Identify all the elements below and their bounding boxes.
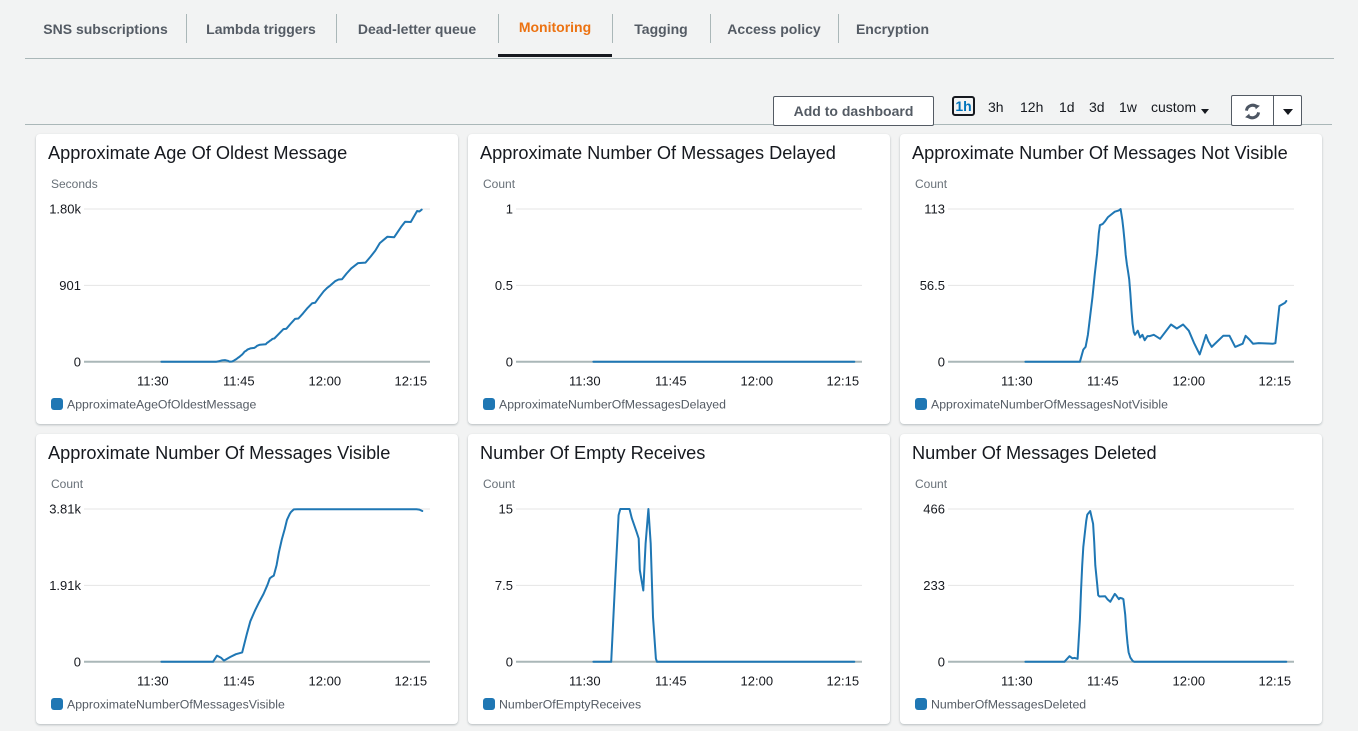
svg-text:ApproximateNumberOfMessagesVis: ApproximateNumberOfMessagesVisible	[67, 698, 285, 712]
svg-text:12:15: 12:15	[395, 674, 428, 689]
svg-text:12:15: 12:15	[1259, 374, 1292, 389]
svg-text:12:00: 12:00	[309, 374, 342, 389]
svg-text:1.91k: 1.91k	[49, 578, 81, 593]
svg-text:0.5: 0.5	[495, 278, 513, 293]
svg-text:0: 0	[74, 354, 81, 369]
svg-text:901: 901	[59, 278, 81, 293]
svg-text:56.5: 56.5	[920, 278, 945, 293]
svg-text:3.81k: 3.81k	[49, 502, 81, 517]
svg-text:11:45: 11:45	[655, 374, 687, 389]
svg-text:0: 0	[506, 354, 513, 369]
svg-text:11:45: 11:45	[655, 674, 687, 689]
svg-text:12:00: 12:00	[741, 674, 774, 689]
svg-text:Approximate Age Of Oldest Mess: Approximate Age Of Oldest Message	[48, 143, 347, 163]
svg-text:12:15: 12:15	[395, 374, 428, 389]
svg-text:12:15: 12:15	[827, 374, 860, 389]
svg-text:15: 15	[499, 502, 513, 517]
svg-text:12:00: 12:00	[741, 374, 774, 389]
svg-text:Approximate Number Of Messages: Approximate Number Of Messages Not Visib…	[912, 143, 1288, 163]
svg-text:ApproximateNumberOfMessagesNot: ApproximateNumberOfMessagesNotVisible	[931, 398, 1168, 412]
svg-text:11:30: 11:30	[137, 374, 169, 389]
svg-text:Approximate Number Of Messages: Approximate Number Of Messages Delayed	[480, 143, 836, 163]
svg-text:233: 233	[923, 578, 945, 593]
svg-text:Approximate Number Of Messages: Approximate Number Of Messages Visible	[48, 443, 390, 463]
svg-text:Count: Count	[483, 177, 516, 191]
svg-text:11:30: 11:30	[569, 374, 601, 389]
svg-text:ApproximateAgeOfOldestMessage: ApproximateAgeOfOldestMessage	[67, 398, 256, 412]
svg-text:11:30: 11:30	[569, 674, 601, 689]
svg-text:NumberOfMessagesDeleted: NumberOfMessagesDeleted	[931, 698, 1086, 712]
svg-text:0: 0	[938, 354, 945, 369]
svg-text:Seconds: Seconds	[51, 177, 98, 191]
svg-text:Count: Count	[915, 177, 948, 191]
svg-text:Count: Count	[915, 477, 948, 491]
svg-text:12:00: 12:00	[1173, 374, 1206, 389]
svg-text:11:30: 11:30	[1001, 374, 1033, 389]
svg-text:12:15: 12:15	[827, 674, 860, 689]
svg-text:11:45: 11:45	[223, 674, 255, 689]
svg-text:Count: Count	[483, 477, 516, 491]
svg-text:Count: Count	[51, 477, 84, 491]
svg-text:11:45: 11:45	[223, 374, 255, 389]
svg-text:0: 0	[938, 654, 945, 669]
svg-text:7.5: 7.5	[495, 578, 513, 593]
svg-text:0: 0	[74, 654, 81, 669]
svg-text:11:45: 11:45	[1087, 374, 1119, 389]
svg-text:11:30: 11:30	[137, 674, 169, 689]
svg-text:1: 1	[506, 202, 513, 217]
svg-text:0: 0	[506, 654, 513, 669]
svg-text:NumberOfEmptyReceives: NumberOfEmptyReceives	[499, 698, 641, 712]
svg-text:ApproximateNumberOfMessagesDel: ApproximateNumberOfMessagesDelayed	[499, 398, 726, 412]
svg-text:Number Of Empty Receives: Number Of Empty Receives	[480, 443, 705, 463]
svg-text:1.80k: 1.80k	[49, 202, 81, 217]
svg-text:Number Of Messages Deleted: Number Of Messages Deleted	[912, 443, 1157, 463]
svg-text:113: 113	[924, 202, 945, 217]
svg-text:12:00: 12:00	[1173, 674, 1206, 689]
svg-text:11:45: 11:45	[1087, 674, 1119, 689]
svg-text:11:30: 11:30	[1001, 674, 1033, 689]
svg-text:12:00: 12:00	[309, 674, 342, 689]
svg-text:12:15: 12:15	[1259, 674, 1292, 689]
svg-text:466: 466	[923, 502, 945, 517]
